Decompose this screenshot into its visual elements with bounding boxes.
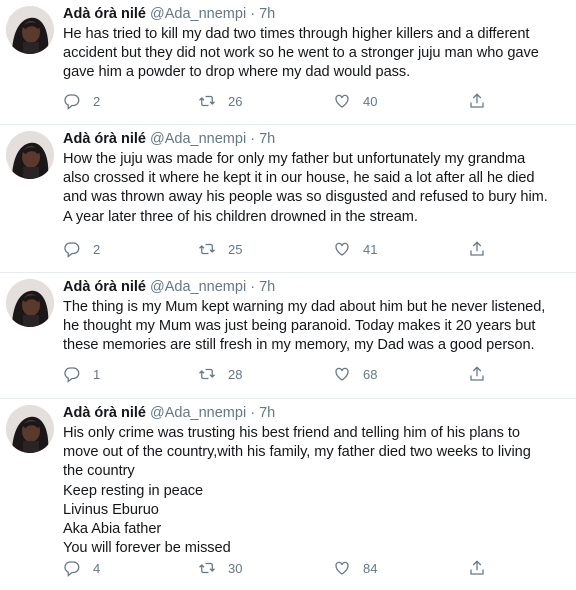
tweet-text: His only crime was trusting his best fri… (63, 424, 568, 558)
like-button[interactable]: 84 (333, 559, 468, 577)
tweet-actions: 1 28 68 (63, 365, 486, 383)
tweet-text-line: accident but they did not work so he wen… (63, 45, 539, 62)
tweet-text-line: He has tried to kill my dad two times th… (63, 26, 530, 42)
tweet-text-line: he thought my Mum was just being paranoi… (63, 318, 536, 335)
tweet[interactable]: Adà órà nilé @Ada_nnempi · 7h His only c… (0, 399, 576, 590)
tweet-text-line: Aka Abia father (63, 521, 162, 538)
reply-icon (64, 367, 80, 383)
retweet-count: 28 (228, 366, 243, 382)
like-button[interactable]: 40 (333, 92, 468, 110)
user-handle[interactable]: @Ada_nnempi (150, 131, 246, 147)
heart-icon (335, 367, 349, 381)
share-button[interactable] (468, 365, 486, 383)
display-name[interactable]: Adà órà nilé (63, 405, 146, 421)
tweet-text-line: You will forever be missed (63, 540, 231, 557)
timestamp[interactable]: 7h (259, 131, 275, 147)
retweet-icon (199, 562, 215, 574)
reply-icon (64, 94, 80, 110)
reply-count: 4 (93, 560, 101, 576)
reply-count: 2 (93, 241, 101, 257)
reply-count: 2 (93, 93, 101, 109)
display-name[interactable]: Adà órà nilé (63, 279, 146, 295)
heart-icon (335, 94, 349, 108)
reply-icon (64, 242, 80, 258)
reply-button[interactable]: 2 (63, 92, 198, 110)
reply-button[interactable]: 1 (63, 365, 198, 383)
tweet-text-line: Keep resting in peace (63, 482, 204, 499)
retweet-icon (199, 243, 215, 255)
like-button[interactable]: 68 (333, 365, 468, 383)
tweet-text-line: move out of the country,with his family,… (63, 444, 531, 461)
retweet-count: 30 (228, 560, 243, 576)
tweet-header: Adà órà nilé @Ada_nnempi · 7h (63, 130, 568, 149)
share-button[interactable] (468, 559, 486, 577)
tweet-text: How the juju was made for only my father… (63, 150, 568, 227)
tweet-text-line: these memories are still fresh in my mem… (63, 337, 535, 354)
retweet-count: 25 (228, 241, 243, 257)
tweet-header: Adà órà nilé @Ada_nnempi · 7h (63, 278, 568, 297)
heart-icon (335, 242, 349, 256)
share-icon (470, 93, 484, 108)
like-button[interactable]: 41 (333, 240, 468, 258)
tweet-text-line: and was thrown away his people was so di… (63, 189, 548, 206)
retweet-count: 26 (228, 93, 243, 109)
tweet-text-line: His only crime was trusting his best fri… (63, 425, 520, 441)
tweet-text-line: How the juju was made for only my father… (63, 151, 526, 167)
tweet-text-line: gave him a powder to drop where my dad w… (63, 64, 411, 81)
tweet[interactable]: Adà órà nilé @Ada_nnempi · 7h The thing … (0, 273, 576, 399)
tweet-text: He has tried to kill my dad two times th… (63, 25, 568, 83)
like-count: 40 (363, 93, 378, 109)
tweet[interactable]: Adà órà nilé @Ada_nnempi · 7h He has tri… (0, 0, 576, 125)
like-count: 68 (363, 366, 378, 382)
timestamp[interactable]: 7h (259, 6, 275, 22)
reply-count: 1 (93, 366, 101, 382)
tweet-text-line: also crossed it where he kept it in our … (63, 170, 535, 187)
tweet-header: Adà órà nilé @Ada_nnempi · 7h (63, 404, 568, 423)
user-handle[interactable]: @Ada_nnempi (150, 405, 246, 421)
retweet-icon (199, 95, 215, 107)
tweet-text-line: The thing is my Mum kept warning my dad … (63, 299, 546, 315)
avatar[interactable] (6, 279, 54, 327)
separator-dot: · (250, 131, 256, 147)
share-icon (470, 241, 484, 256)
reply-icon (64, 561, 80, 577)
avatar[interactable] (6, 405, 54, 453)
share-button[interactable] (468, 240, 486, 258)
tweet-header: Adà órà nilé @Ada_nnempi · 7h (63, 5, 568, 24)
timestamp[interactable]: 7h (259, 279, 275, 295)
separator-dot: · (250, 279, 256, 295)
user-handle[interactable]: @Ada_nnempi (150, 279, 246, 295)
retweet-button[interactable]: 30 (198, 559, 333, 577)
tweet-actions: 2 25 41 (63, 240, 486, 258)
user-handle[interactable]: @Ada_nnempi (150, 6, 246, 22)
share-icon (470, 560, 484, 575)
separator-dot: · (250, 6, 256, 22)
retweet-button[interactable]: 26 (198, 92, 333, 110)
retweet-icon (199, 368, 215, 380)
avatar[interactable] (6, 6, 54, 54)
reply-button[interactable]: 2 (63, 240, 198, 258)
display-name[interactable]: Adà órà nilé (63, 6, 146, 22)
retweet-button[interactable]: 28 (198, 365, 333, 383)
share-button[interactable] (468, 92, 486, 110)
tweet-actions: 2 26 40 (63, 92, 486, 110)
tweet-text-line: Livinus Eburuo (63, 501, 159, 518)
reply-button[interactable]: 4 (63, 559, 198, 577)
timestamp[interactable]: 7h (259, 405, 275, 421)
tweet[interactable]: Adà órà nilé @Ada_nnempi · 7h How the ju… (0, 125, 576, 273)
tweet-text: The thing is my Mum kept warning my dad … (63, 298, 568, 356)
heart-icon (335, 561, 349, 575)
display-name[interactable]: Adà órà nilé (63, 131, 146, 147)
tweet-text-line: A year later three of his children drown… (63, 208, 418, 225)
share-icon (470, 366, 484, 381)
avatar[interactable] (6, 131, 54, 179)
retweet-button[interactable]: 25 (198, 240, 333, 258)
like-count: 84 (363, 560, 378, 576)
tweet-actions: 4 30 84 (63, 559, 486, 577)
separator-dot: · (250, 405, 256, 421)
like-count: 41 (363, 241, 378, 257)
tweet-thread: Adà órà nilé @Ada_nnempi · 7h He has tri… (0, 0, 576, 590)
tweet-text-line: the country (63, 463, 135, 480)
